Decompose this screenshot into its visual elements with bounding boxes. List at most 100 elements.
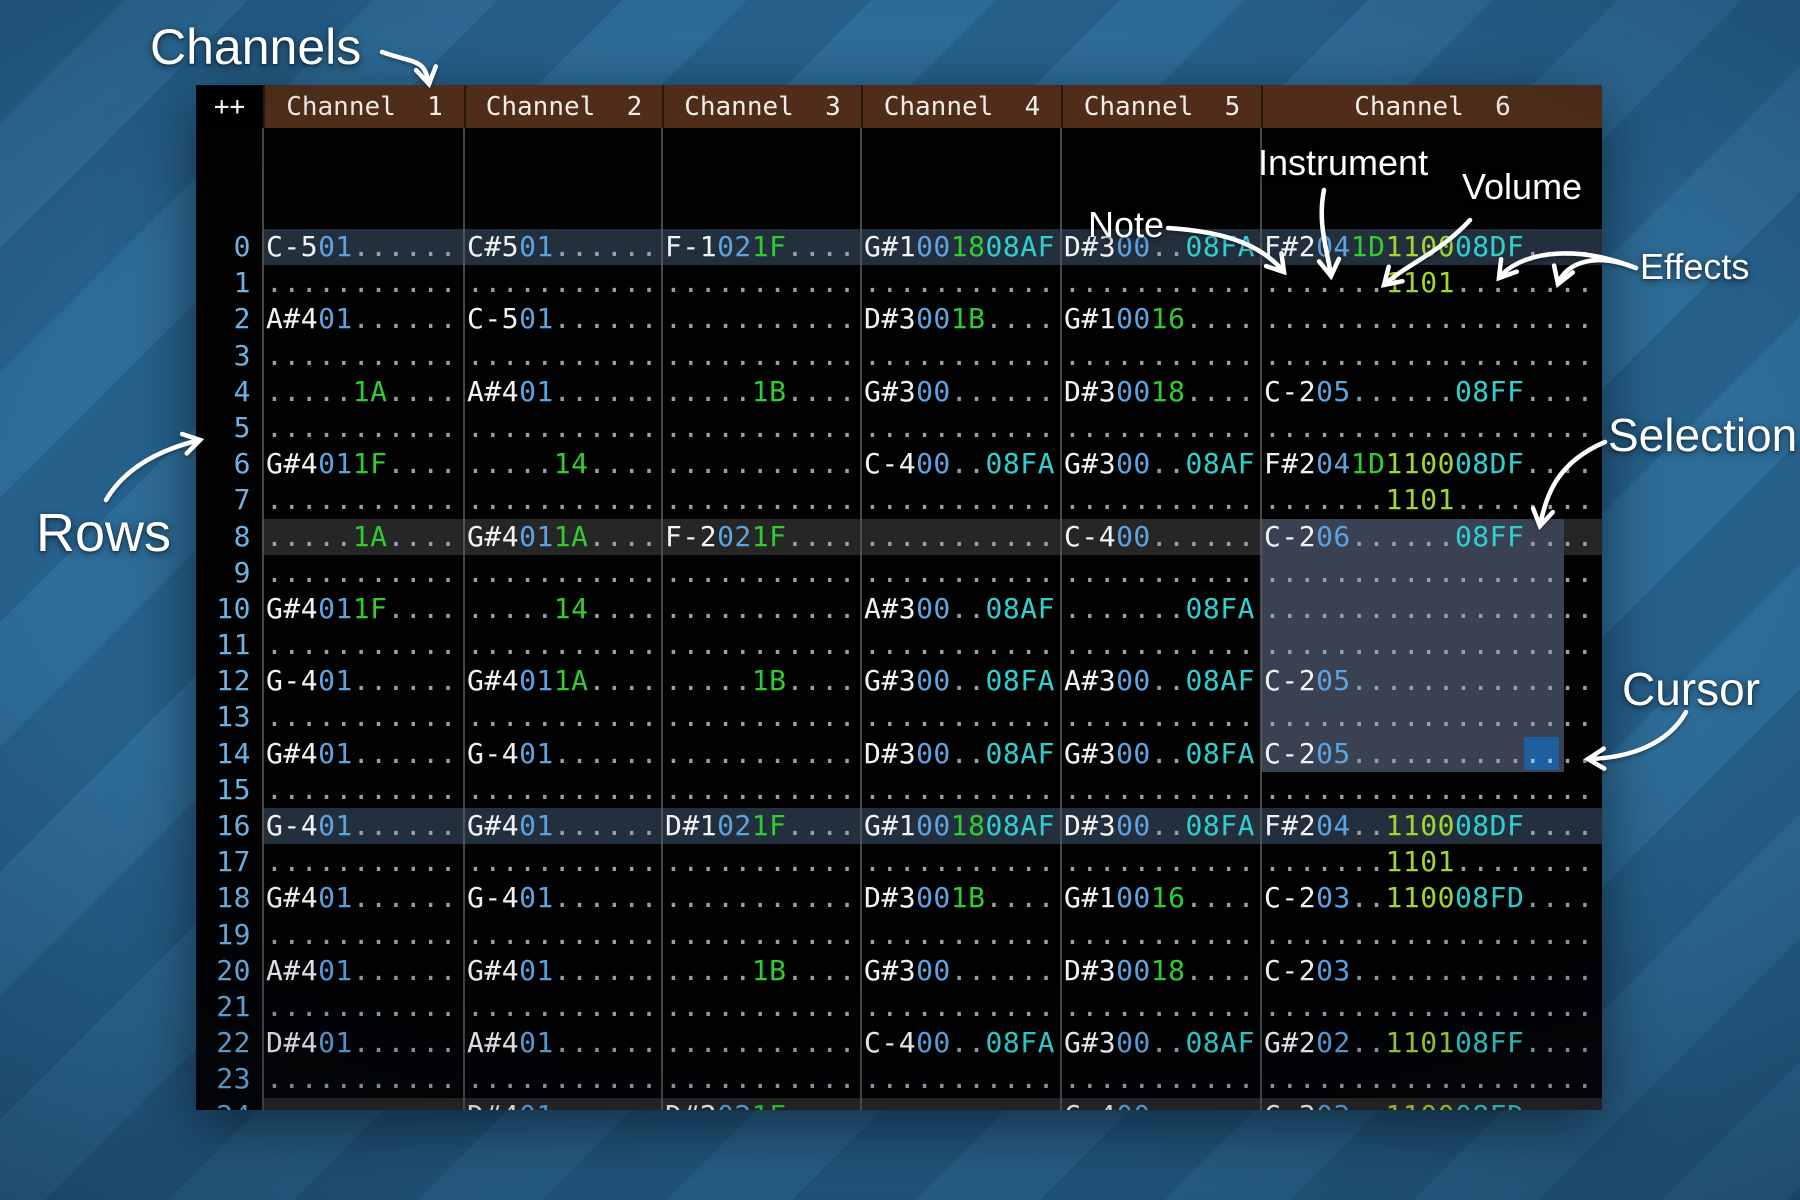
pattern-cell-ch4-row21[interactable]: ........... [861,989,1061,1025]
pattern-cell-ch5-row19[interactable]: ........... [1061,917,1261,953]
pattern-cell-ch3-row14[interactable]: ........... [662,736,861,772]
pattern-cell-ch5-row23[interactable]: ........... [1061,1061,1261,1097]
pattern-cell-ch4-row12[interactable]: G#300..08FA [861,663,1061,699]
pattern-cell-ch3-row0[interactable]: F-1021F.... [662,229,861,265]
pattern-cell-ch4-row17[interactable]: ........... [861,844,1061,880]
pattern-cell-ch1-row20[interactable]: A#401...... [263,953,464,989]
pattern-cell-ch6-row4[interactable]: C-205......08FF.... [1261,374,1602,410]
pattern-cell-ch3-row7[interactable]: ........... [662,482,861,518]
pattern-cell-ch5-row7[interactable]: ........... [1061,482,1261,518]
pattern-cell-ch1-row0[interactable]: C-501...... [263,229,464,265]
pattern-cell-ch3-row23[interactable]: ........... [662,1061,861,1097]
pattern-cell-ch4-row1[interactable]: ........... [861,265,1061,301]
pattern-cell-ch1-row13[interactable]: ........... [263,699,464,735]
pattern-cell-ch6-row19[interactable]: ................... [1261,917,1602,953]
pattern-cell-ch4-row22[interactable]: C-400..08FA [861,1025,1061,1061]
pattern-cell-ch2-row2[interactable]: C-501...... [464,301,662,337]
pattern-cell-ch3-row11[interactable]: ........... [662,627,861,663]
pattern-cell-ch5-row1[interactable]: ........... [1061,265,1261,301]
pattern-cell-ch6-row14[interactable]: C-205.............. [1261,736,1602,772]
pattern-cell-ch2-row11[interactable]: ........... [464,627,662,663]
pattern-cell-ch1-row7[interactable]: ........... [263,482,464,518]
pattern-cell-ch1-row5[interactable]: ........... [263,410,464,446]
pattern-cell-ch3-row16[interactable]: D#1021F.... [662,808,861,844]
pattern-cell-ch2-row17[interactable]: ........... [464,844,662,880]
pattern-cell-ch3-row8[interactable]: F-2021F.... [662,519,861,555]
pattern-cell-ch6-row12[interactable]: C-205.............. [1261,663,1602,699]
pattern-cell-ch6-row7[interactable]: .......1101........ [1261,482,1602,518]
pattern-cell-ch5-row24[interactable]: C-400...... [1061,1098,1261,1111]
pattern-cell-ch5-row9[interactable]: ........... [1061,555,1261,591]
pattern-cell-ch4-row4[interactable]: G#300...... [861,374,1061,410]
pattern-cell-ch6-row24[interactable]: C-303..110008FD.... [1261,1098,1602,1111]
pattern-cell-ch3-row20[interactable]: .....1B.... [662,953,861,989]
pattern-cell-ch4-row7[interactable]: ........... [861,482,1061,518]
pattern-cell-ch5-row17[interactable]: ........... [1061,844,1261,880]
pattern-cell-ch2-row12[interactable]: G#4011A.... [464,663,662,699]
pattern-cell-ch1-row10[interactable]: G#4011F.... [263,591,464,627]
pattern-cell-ch6-row23[interactable]: ................... [1261,1061,1602,1097]
pattern-cell-ch5-row6[interactable]: G#300..08AF [1061,446,1261,482]
pattern-cell-ch4-row24[interactable]: ........... [861,1098,1061,1111]
pattern-cell-ch2-row20[interactable]: G#401...... [464,953,662,989]
pattern-cell-ch3-row15[interactable]: ........... [662,772,861,808]
pattern-cell-ch6-row21[interactable]: ................... [1261,989,1602,1025]
pattern-cell-ch4-row0[interactable]: G#1001808AF [861,229,1061,265]
pattern-cell-ch4-row18[interactable]: D#3001B.... [861,880,1061,916]
pattern-cell-ch2-row22[interactable]: A#401...... [464,1025,662,1061]
pattern-cell-ch1-row1[interactable]: ........... [263,265,464,301]
pattern-cell-ch3-row1[interactable]: ........... [662,265,861,301]
pattern-cell-ch4-row10[interactable]: A#300..08AF [861,591,1061,627]
pattern-cell-ch2-row1[interactable]: ........... [464,265,662,301]
pattern-cell-ch6-row6[interactable]: F#2041D110008DF.... [1261,446,1602,482]
channel-header-3[interactable]: Channel 3 [662,85,861,128]
pattern-cell-ch3-row6[interactable]: ........... [662,446,861,482]
pattern-cell-ch6-row5[interactable]: ................... [1261,410,1602,446]
pattern-cell-ch6-row9[interactable]: ................... [1261,555,1602,591]
pattern-cell-ch4-row3[interactable]: ........... [861,338,1061,374]
pattern-cell-ch4-row11[interactable]: ........... [861,627,1061,663]
pattern-cell-ch5-row8[interactable]: C-400...... [1061,519,1261,555]
pattern-cell-ch5-row12[interactable]: A#300..08AF [1061,663,1261,699]
pattern-cell-ch3-row10[interactable]: ........... [662,591,861,627]
pattern-cell-ch2-row5[interactable]: ........... [464,410,662,446]
pattern-cell-ch1-row16[interactable]: G-401...... [263,808,464,844]
pattern-cell-ch1-row8[interactable]: .....1A.... [263,519,464,555]
channel-header-2[interactable]: Channel 2 [464,85,662,128]
pattern-cell-ch6-row18[interactable]: C-203..110008FD.... [1261,880,1602,916]
pattern-cell-ch4-row9[interactable]: ........... [861,555,1061,591]
pattern-cell-ch6-row17[interactable]: .......1101........ [1261,844,1602,880]
pattern-cell-ch1-row22[interactable]: D#401...... [263,1025,464,1061]
pattern-cell-ch3-row13[interactable]: ........... [662,699,861,735]
pattern-cell-ch3-row2[interactable]: ........... [662,301,861,337]
channel-header-1[interactable]: Channel 1 [263,85,464,128]
pattern-cell-ch6-row22[interactable]: G#202..110108FF.... [1261,1025,1602,1061]
pattern-cell-ch4-row23[interactable]: ........... [861,1061,1061,1097]
pattern-cell-ch5-row14[interactable]: G#300..08FA [1061,736,1261,772]
pattern-cell-ch2-row9[interactable]: ........... [464,555,662,591]
pattern-cell-ch5-row21[interactable]: ........... [1061,989,1261,1025]
pattern-cell-ch3-row22[interactable]: ........... [662,1025,861,1061]
pattern-cell-ch3-row19[interactable]: ........... [662,917,861,953]
pattern-cell-ch6-row11[interactable]: ................... [1261,627,1602,663]
pattern-cell-ch6-row8[interactable]: C-206......08FF.... [1261,519,1602,555]
pattern-cell-ch5-row22[interactable]: G#300..08AF [1061,1025,1261,1061]
channel-header-4[interactable]: Channel 4 [861,85,1061,128]
pattern-cell-ch1-row11[interactable]: ........... [263,627,464,663]
pattern-cell-ch5-row0[interactable]: D#300..08FA [1061,229,1261,265]
pattern-cell-ch3-row3[interactable]: ........... [662,338,861,374]
pattern-cell-ch4-row15[interactable]: ........... [861,772,1061,808]
pattern-cell-ch2-row18[interactable]: G-401...... [464,880,662,916]
channel-header-6[interactable]: Channel 6 [1261,85,1602,128]
pattern-cell-ch5-row10[interactable]: .......08FA [1061,591,1261,627]
pattern-cell-ch1-row23[interactable]: ........... [263,1061,464,1097]
pattern-cell-ch1-row14[interactable]: G#401...... [263,736,464,772]
pattern-cell-ch2-row3[interactable]: ........... [464,338,662,374]
pattern-cell-ch2-row8[interactable]: G#4011A.... [464,519,662,555]
pattern-cell-ch1-row18[interactable]: G#401...... [263,880,464,916]
pattern-cell-ch4-row13[interactable]: ........... [861,699,1061,735]
pattern-cell-ch1-row12[interactable]: G-401...... [263,663,464,699]
pattern-cell-ch1-row15[interactable]: ........... [263,772,464,808]
pattern-cell-ch3-row4[interactable]: .....1B.... [662,374,861,410]
pattern-cell-ch6-row0[interactable]: F#2041D110008DF.... [1261,229,1602,265]
